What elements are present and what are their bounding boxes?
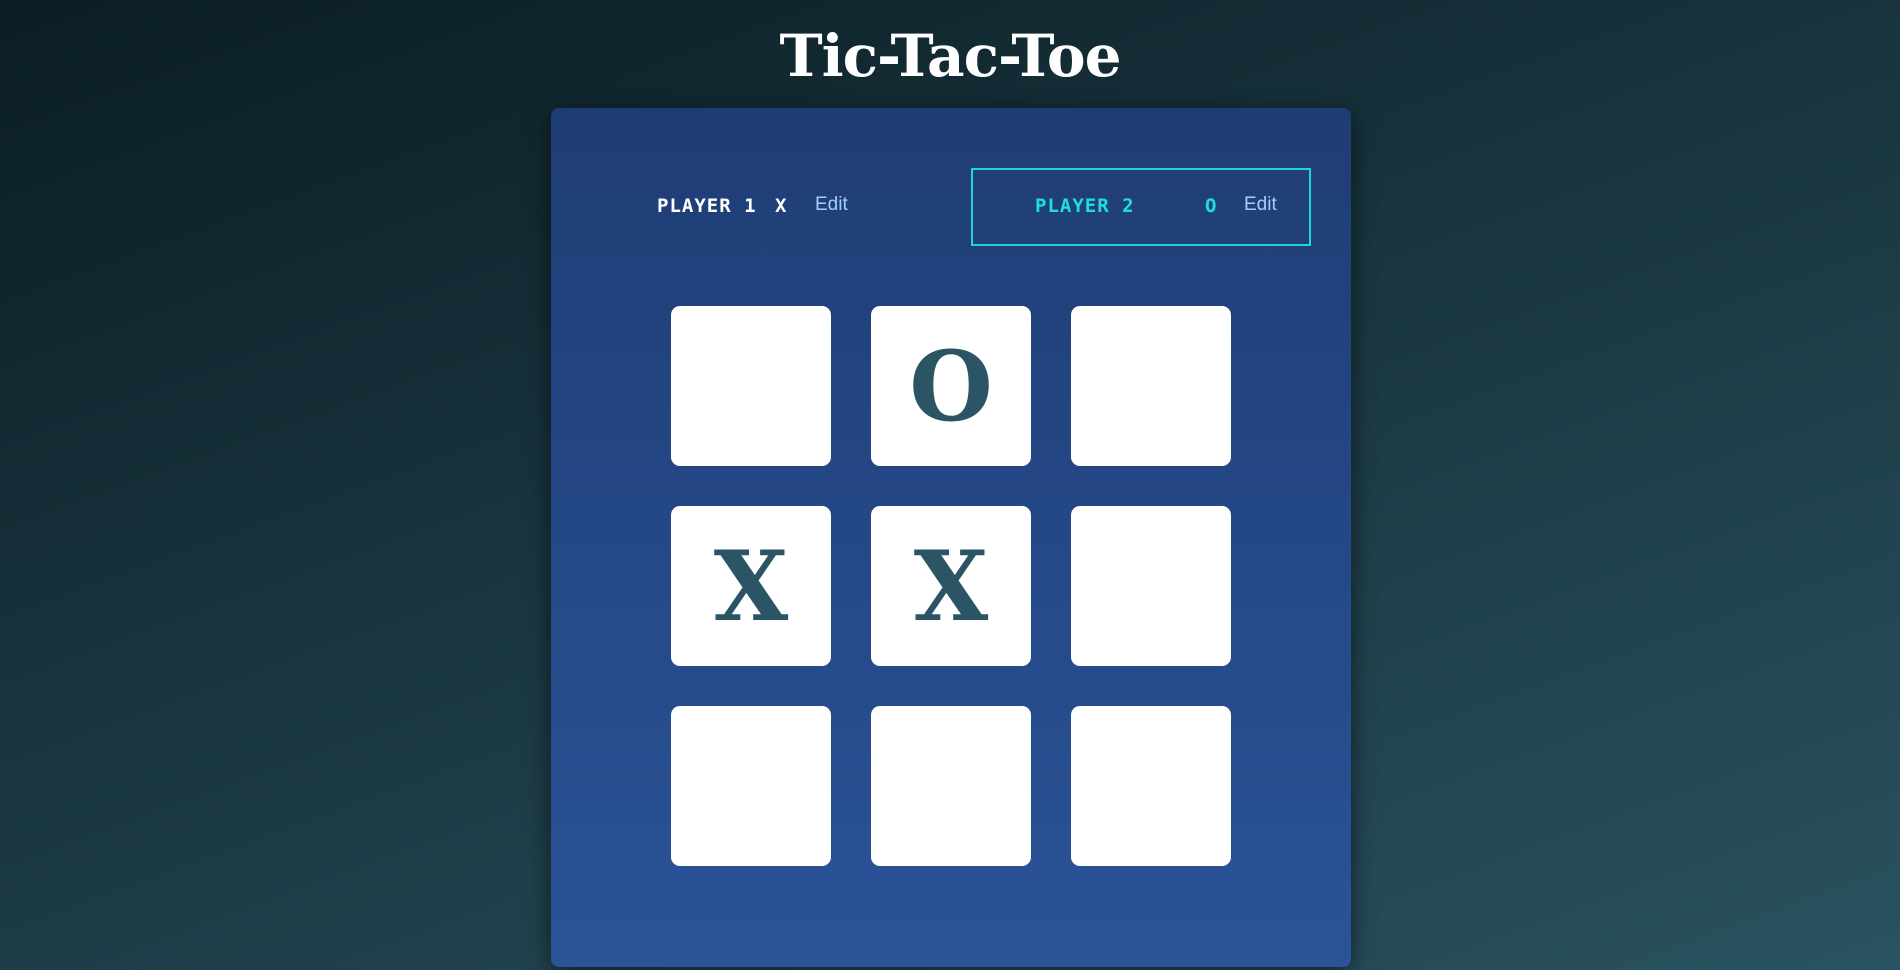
board-cell-r3-c2[interactable] [871,706,1031,866]
board-cell-r2-c2[interactable]: X [871,506,1031,666]
players-bar: PLAYER 1 X Edit PLAYER 2 O Edit [551,168,1351,246]
board-cell-r3-c1[interactable] [671,706,831,866]
player-1-panel: PLAYER 1 X Edit [590,168,930,246]
board-cell-r1-c3[interactable] [1071,306,1231,466]
board-cell-r2-c3[interactable] [1071,506,1231,666]
game-container: PLAYER 1 X Edit PLAYER 2 O Edit O X X [551,108,1351,967]
player-1-symbol: X [775,195,787,217]
game-board: O X X [671,306,1231,866]
player-2-name: PLAYER 2 [1035,195,1135,217]
player-2-symbol: O [1205,195,1217,217]
player-2-panel: PLAYER 2 O Edit [971,168,1311,246]
board-cell-r1-c2[interactable]: O [871,306,1031,466]
board-cell-r3-c3[interactable] [1071,706,1231,866]
page-title: Tic-Tac-Toe [779,22,1121,90]
player-1-name: PLAYER 1 [657,195,757,217]
board-cell-r2-c1[interactable]: X [671,506,831,666]
player-2-edit-button[interactable]: Edit [1244,194,1277,216]
player-1-edit-button[interactable]: Edit [815,194,848,216]
board-cell-r1-c1[interactable] [671,306,831,466]
